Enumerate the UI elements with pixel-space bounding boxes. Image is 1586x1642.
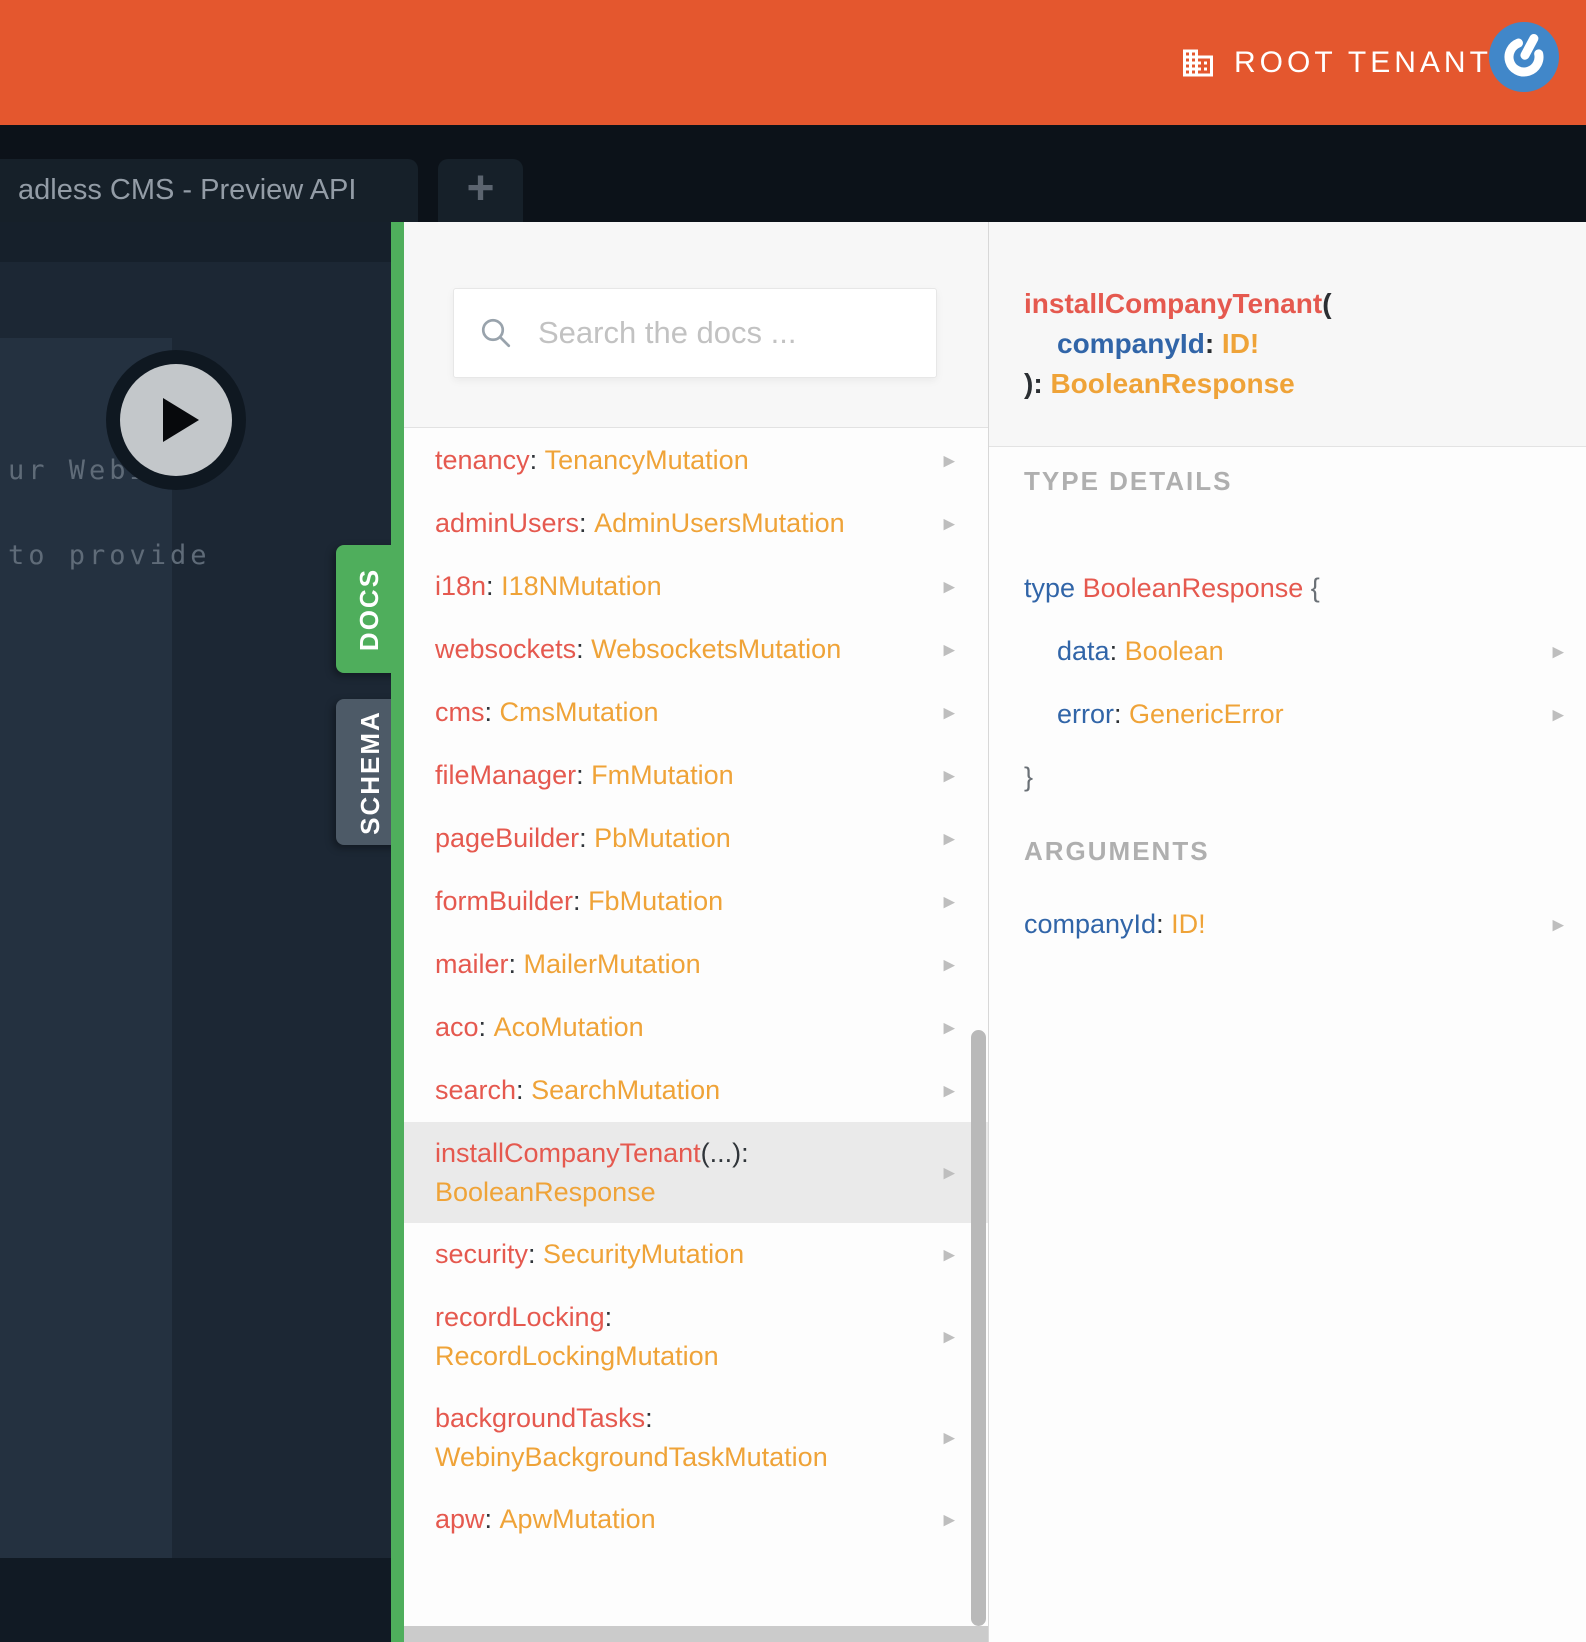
doc-row-recordLocking[interactable]: recordLocking: RecordLockingMutation ▶ — [404, 1286, 988, 1387]
doc-row-search[interactable]: search: SearchMutation ▶ — [404, 1059, 988, 1122]
field-detail-body: TYPE DETAILS type BooleanResponse { data… — [989, 447, 1586, 956]
video-thumbnail-panel — [0, 338, 172, 1558]
expand-arrow-icon[interactable]: ▶ — [943, 1329, 955, 1344]
expand-arrow-icon[interactable]: ▶ — [943, 1430, 955, 1445]
field-signature-block: installCompanyTenant( companyId: ID! ): … — [989, 222, 1586, 447]
expand-arrow-icon[interactable]: ▶ — [943, 768, 955, 783]
tenant-selector-button[interactable]: ROOT TENANT — [1180, 0, 1492, 125]
doc-row-aco[interactable]: aco: AcoMutation ▶ — [404, 996, 988, 1059]
webiny-api-playground: ROOT TENANT adless CMS - Preview API + u… — [0, 0, 1586, 1642]
video-play-button[interactable] — [106, 350, 246, 490]
arguments-heading: ARGUMENTS — [1024, 836, 1210, 866]
webiny-logo[interactable] — [1489, 22, 1559, 92]
editor-top-strip — [0, 222, 391, 262]
doc-row-tenancy[interactable]: tenancy: TenancyMutation ▶ — [404, 429, 988, 492]
query-tab-label: adless CMS - Preview API — [18, 174, 357, 206]
schema-tab-label: SCHEMA — [354, 709, 385, 835]
type-field-error[interactable]: error: GenericError ▶ — [1024, 683, 1586, 746]
expand-arrow-icon[interactable]: ▶ — [943, 831, 955, 846]
play-button-circle — [120, 364, 232, 476]
docs-search-box[interactable] — [453, 288, 939, 378]
type-name-link[interactable]: BooleanResponse — [1083, 573, 1304, 603]
type-close-brace: } — [1024, 762, 1034, 792]
doc-row-cms[interactable]: cms: CmsMutation ▶ — [404, 681, 988, 744]
expand-arrow-icon[interactable]: ▶ — [943, 579, 955, 594]
docs-panel-resize-handle[interactable] — [391, 222, 404, 1642]
doc-row-apw[interactable]: apw: ApwMutation ▶ — [404, 1488, 988, 1551]
doc-row-mailer[interactable]: mailer: MailerMutation ▶ — [404, 933, 988, 996]
docs-explorer-panel: tenancy: TenancyMutation▶adminUsers: Adm… — [404, 222, 988, 1642]
doc-row-i18n[interactable]: i18n: I18NMutation ▶ — [404, 555, 988, 618]
expand-arrow-icon[interactable]: ▶ — [943, 1165, 955, 1180]
expand-arrow-icon[interactable]: ▶ — [943, 705, 955, 720]
type-declaration: type BooleanResponse { — [1024, 573, 1320, 603]
building-icon — [1183, 49, 1213, 76]
doc-row-pageBuilder[interactable]: pageBuilder: PbMutation ▶ — [404, 807, 988, 870]
expand-arrow-icon[interactable]: ▶ — [943, 1083, 955, 1098]
field-detail-panel: installCompanyTenant( companyId: ID! ): … — [989, 222, 1586, 1642]
query-tab-bar: adless CMS - Preview API + — [0, 125, 1586, 325]
argument-companyid[interactable]: companyId: ID! ▶ — [1024, 893, 1586, 956]
vertical-scrollbar-thumb[interactable] — [971, 1030, 986, 1626]
search-icon — [481, 318, 511, 348]
new-tab-button[interactable]: + — [438, 159, 523, 222]
doc-row-backgroundTasks[interactable]: backgroundTasks: WebinyBackgroundTaskMuta… — [404, 1387, 988, 1488]
editor-code-line: to provide — [8, 540, 211, 571]
signature-line-3: ): BooleanResponse — [1024, 368, 1295, 399]
expand-arrow-icon[interactable]: ▶ — [1552, 707, 1564, 722]
docs-tab-label: DOCS — [354, 567, 385, 651]
expand-arrow-icon[interactable]: ▶ — [943, 957, 955, 972]
expand-arrow-icon[interactable]: ▶ — [943, 453, 955, 468]
expand-arrow-icon[interactable]: ▶ — [1552, 917, 1564, 932]
type-details-heading: TYPE DETAILS — [1024, 466, 1233, 496]
query-tab-headless-cms-preview-api[interactable]: adless CMS - Preview API — [0, 159, 418, 222]
power-logo-icon — [1489, 22, 1559, 92]
play-icon — [163, 398, 199, 442]
docs-search-header — [404, 222, 988, 428]
tenant-label: ROOT TENANT — [1234, 45, 1492, 79]
expand-arrow-icon[interactable]: ▶ — [943, 1247, 955, 1262]
expand-arrow-icon[interactable]: ▶ — [943, 516, 955, 531]
editor-bottom-strip — [0, 1558, 391, 1642]
doc-row-formBuilder[interactable]: formBuilder: FbMutation ▶ — [404, 870, 988, 933]
expand-arrow-icon[interactable]: ▶ — [1552, 644, 1564, 659]
doc-row-fileManager[interactable]: fileManager: FmMutation ▶ — [404, 744, 988, 807]
docs-list: tenancy: TenancyMutation ▶ adminUsers: Adm… — [404, 429, 988, 1626]
doc-row-installCompanyTenant[interactable]: installCompanyTenant(...): BooleanRespons… — [404, 1122, 988, 1223]
top-header-bar: ROOT TENANT — [0, 0, 1586, 125]
expand-arrow-icon[interactable]: ▶ — [943, 1020, 955, 1035]
type-field-data[interactable]: data: Boolean ▶ — [1024, 620, 1586, 683]
signature-line-2: companyId: ID! — [1057, 328, 1260, 359]
expand-arrow-icon[interactable]: ▶ — [943, 1512, 955, 1527]
query-editor-area: ur Webiny to provide — [0, 222, 391, 1642]
doc-row-websockets[interactable]: websockets: WebsocketsMutation ▶ — [404, 618, 988, 681]
doc-row-security[interactable]: security: SecurityMutation ▶ — [404, 1223, 988, 1286]
horizontal-scrollbar-track[interactable] — [404, 1626, 988, 1642]
signature-line-1: installCompanyTenant( — [1024, 288, 1332, 319]
expand-arrow-icon[interactable]: ▶ — [943, 894, 955, 909]
plus-icon: + — [466, 161, 495, 215]
expand-arrow-icon[interactable]: ▶ — [943, 642, 955, 657]
doc-row-adminUsers[interactable]: adminUsers: AdminUsersMutation ▶ — [404, 492, 988, 555]
docs-search-input[interactable] — [536, 314, 939, 352]
